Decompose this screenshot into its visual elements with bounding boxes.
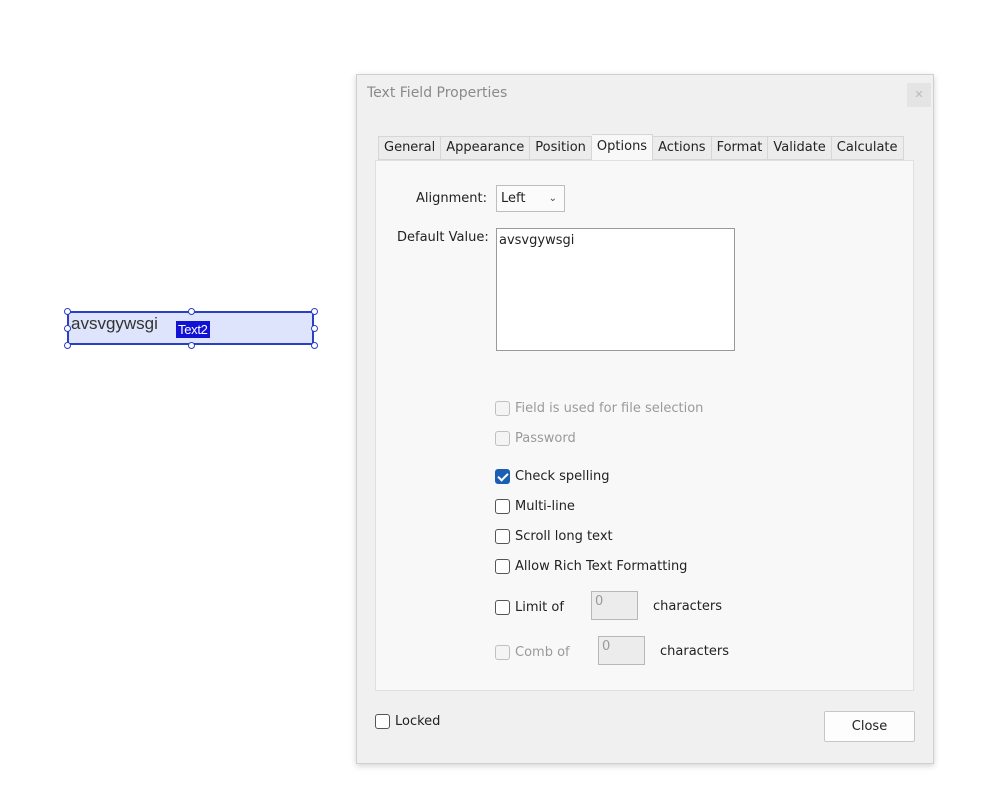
rich-text-row: Allow Rich Text Formatting [495,557,687,575]
tab-general[interactable]: General [378,136,442,160]
rich-text-checkbox[interactable] [495,558,510,574]
alignment-label: Alignment: [416,191,487,206]
comb-of-label: Comb of [515,644,570,660]
scroll-long-text-label: Scroll long text [515,528,613,544]
limit-of-suffix: characters [653,599,723,614]
comb-of-checkbox[interactable] [495,644,510,660]
tab-bar: General Appearance Position Options Acti… [378,134,904,160]
tab-position[interactable]: Position [530,136,592,160]
default-value-label: Default Value: [397,230,489,245]
scroll-long-text-checkbox[interactable] [495,528,510,544]
resize-handle-bottom-middle[interactable] [188,342,195,349]
check-spelling-checkbox[interactable] [495,468,510,484]
limit-of-checkbox[interactable] [495,599,510,615]
options-panel: Alignment: Left ⌄ Default Value: avsvgyw… [375,160,914,691]
tab-calculate[interactable]: Calculate [831,136,904,160]
scroll-long-text-row: Scroll long text [495,527,613,545]
locked-label: Locked [395,714,441,729]
resize-handle-middle-right[interactable] [311,325,318,332]
resize-handle-top-left[interactable] [64,308,71,315]
check-spelling-row: Check spelling [495,467,609,485]
close-icon[interactable]: ✕ [907,83,931,107]
resize-handle-top-right[interactable] [311,308,318,315]
limit-of-label: Limit of [515,599,564,615]
multi-line-row: Multi-line [495,497,575,515]
resize-handle-top-middle[interactable] [188,308,195,315]
multi-line-checkbox[interactable] [495,498,510,514]
chevron-down-icon: ⌄ [548,193,557,204]
multi-line-label: Multi-line [515,498,575,514]
comb-of-row: Comb of [495,643,570,661]
tab-actions[interactable]: Actions [653,136,712,160]
resize-handle-bottom-right[interactable] [311,342,318,349]
file-selection-row: Field is used for file selection [495,399,703,417]
dialog-title: Text Field Properties [367,85,508,101]
tab-options[interactable]: Options [591,134,654,160]
alignment-value: Left [501,191,526,206]
limit-of-row: Limit of [495,598,564,616]
close-button[interactable]: Close [824,711,915,742]
file-selection-label: Field is used for file selection [515,400,704,416]
check-spelling-label: Check spelling [515,468,610,484]
password-label: Password [515,430,576,446]
tab-format[interactable]: Format [711,136,769,160]
field-name-tag: Text2 [176,321,210,338]
text-form-field[interactable]: avsvgywsgi Text2 [67,311,314,345]
resize-handle-bottom-left[interactable] [64,342,71,349]
resize-handle-middle-left[interactable] [64,325,71,332]
file-selection-checkbox[interactable] [495,400,510,416]
limit-of-input[interactable]: 0 [591,591,638,620]
comb-of-input[interactable]: 0 [598,636,645,665]
default-value-textarea[interactable]: avsvgywsgi [496,228,735,351]
password-checkbox[interactable] [495,430,510,446]
field-value-text: avsvgywsgi [71,314,158,333]
locked-row: Locked [375,714,440,729]
alignment-select[interactable]: Left ⌄ [496,185,565,212]
comb-of-suffix: characters [660,644,730,659]
rich-text-label: Allow Rich Text Formatting [515,558,688,574]
tab-validate[interactable]: Validate [768,136,832,160]
text-field-properties-dialog: Text Field Properties ✕ General Appearan… [356,74,934,764]
tab-appearance[interactable]: Appearance [441,136,531,160]
locked-checkbox[interactable] [375,714,390,729]
password-row: Password [495,429,576,447]
